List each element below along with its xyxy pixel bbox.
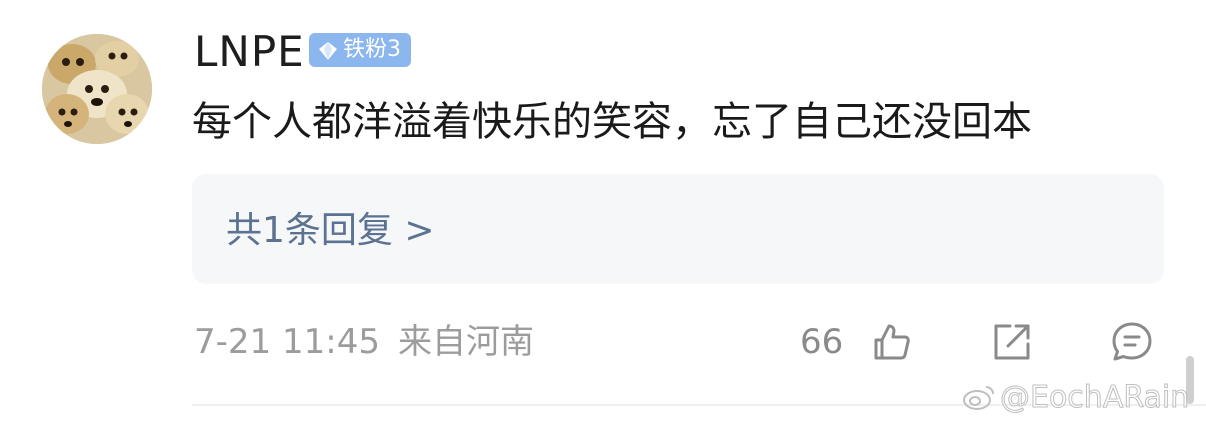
watermark: @EochARain: [962, 378, 1190, 418]
comment-location: 来自河南: [398, 322, 534, 362]
replies-panel[interactable]: 共1条回复 >: [192, 174, 1164, 284]
like-count: 66: [800, 322, 844, 362]
badge-label: 铁粉3: [343, 37, 401, 62]
weibo-logo-icon: [962, 382, 996, 410]
share-icon[interactable]: [990, 320, 1034, 364]
thumbs-up-icon[interactable]: [870, 320, 914, 364]
avatar[interactable]: [42, 34, 152, 144]
diamond-icon: [317, 39, 339, 61]
fan-level-badge[interactable]: 铁粉3: [309, 33, 411, 67]
comment-icon[interactable]: [1110, 320, 1154, 364]
comment-text: 每个人都洋溢着快乐的笑容，忘了自己还没回本: [192, 99, 1032, 145]
username[interactable]: LNPE: [194, 26, 305, 78]
comment-timestamp: 7-21 11:45: [194, 322, 380, 362]
view-replies-link[interactable]: 共1条回复 >: [226, 208, 435, 254]
doge-avatar-image: [42, 34, 152, 144]
watermark-text: @EochARain: [999, 380, 1190, 416]
